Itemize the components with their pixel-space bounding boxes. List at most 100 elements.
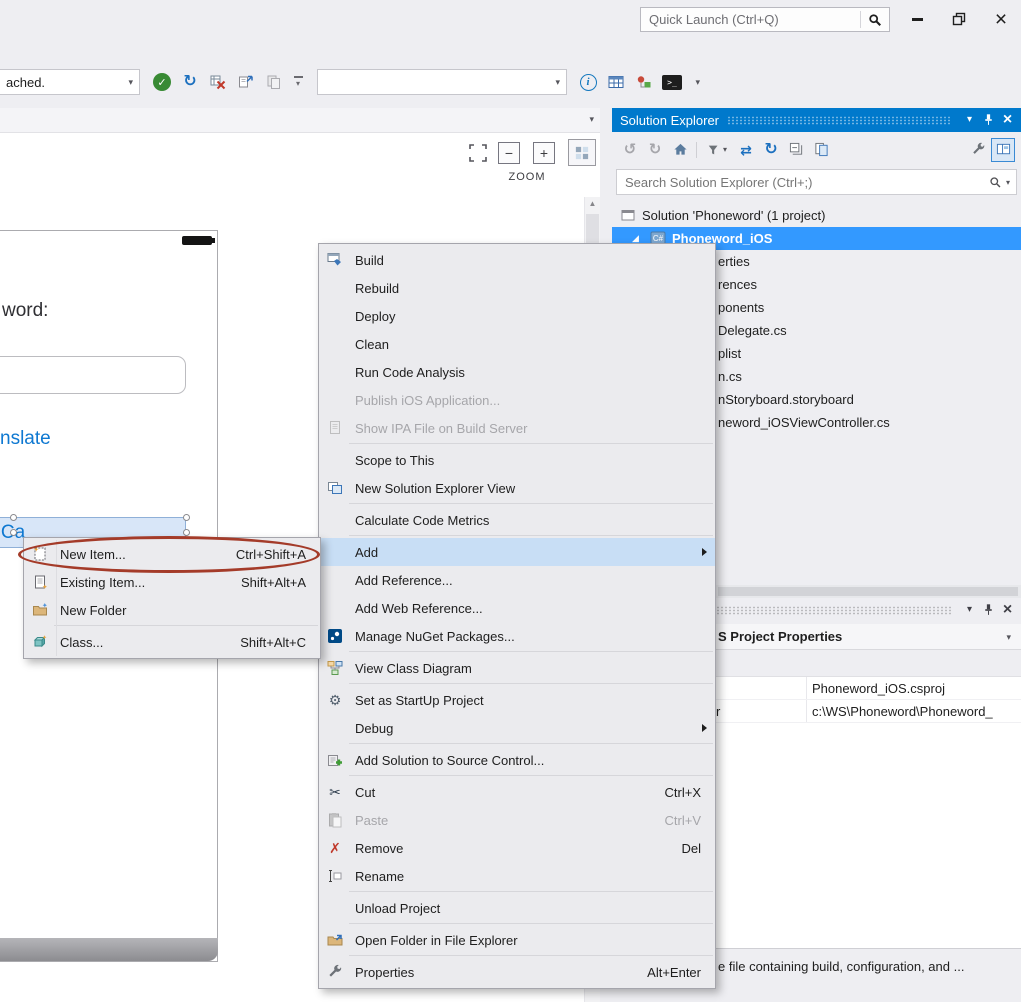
sync-with-active-document-button[interactable]: ⇄: [734, 138, 758, 162]
show-all-files-button[interactable]: [809, 138, 833, 162]
scrollbar-thumb[interactable]: [718, 587, 1018, 596]
minimize-button[interactable]: [901, 6, 933, 32]
menu-item-unload-project[interactable]: Unload Project: [319, 894, 715, 922]
menu-item-build[interactable]: Build: [319, 246, 715, 274]
menu-item-manage-nuget-packages[interactable]: Manage NuGet Packages...: [319, 622, 715, 650]
selection-handle[interactable]: [183, 514, 190, 521]
actual-size-button[interactable]: [568, 139, 596, 166]
minus-icon: −: [505, 145, 513, 161]
tree-item[interactable]: nStoryboard.storyboard: [718, 388, 854, 411]
cancel-table-button[interactable]: [206, 70, 230, 94]
selection-handle[interactable]: [10, 514, 17, 521]
console-dropdown-button[interactable]: ▾: [686, 70, 700, 94]
menu-item-clean[interactable]: Clean: [319, 330, 715, 358]
close-button[interactable]: ×: [985, 6, 1017, 32]
startup-project-icon: ⚙: [323, 691, 347, 709]
zoom-fit-button[interactable]: [466, 141, 490, 165]
menu-item-cut[interactable]: ✂ Cut Ctrl+X: [319, 778, 715, 806]
zoom-label: ZOOM: [497, 171, 557, 183]
menu-item-rename[interactable]: Rename: [319, 862, 715, 890]
window-position-button[interactable]: ▾: [960, 110, 979, 130]
pin-button[interactable]: [979, 600, 998, 620]
restore-button[interactable]: [943, 6, 975, 32]
translate-button[interactable]: nslate: [0, 428, 51, 450]
home-button[interactable]: [668, 138, 692, 162]
tree-item-label: plist: [718, 346, 741, 361]
menu-item-run-code-analysis[interactable]: Run Code Analysis: [319, 358, 715, 386]
close-panel-button[interactable]: ×: [998, 110, 1017, 130]
chevron-down-icon[interactable]: ▾: [589, 114, 594, 125]
menu-item-calculate-code-metrics[interactable]: Calculate Code Metrics: [319, 506, 715, 534]
tree-item[interactable]: n.cs: [718, 365, 742, 388]
tree-item[interactable]: rences: [718, 273, 757, 296]
quick-launch-input[interactable]: [641, 12, 860, 27]
copy-button[interactable]: [262, 70, 286, 94]
close-panel-button[interactable]: ×: [998, 600, 1017, 620]
window-position-button[interactable]: ▾: [960, 600, 979, 620]
menu-item-add-web-reference[interactable]: Add Web Reference...: [319, 594, 715, 622]
green-check-button[interactable]: ✓: [150, 70, 174, 94]
search-combo[interactable]: ▾: [317, 69, 567, 95]
back-button[interactable]: ↺: [618, 138, 642, 162]
tree-item[interactable]: Delegate.cs: [718, 319, 787, 342]
filter-icon: [707, 143, 721, 157]
minimize-icon: [912, 18, 923, 21]
selection-handle[interactable]: [183, 529, 190, 536]
submenu-item-new-item[interactable]: New Item... Ctrl+Shift+A: [24, 540, 320, 568]
menu-item-properties[interactable]: Properties Alt+Enter: [319, 958, 715, 986]
menu-item-add-solution-to-source-control[interactable]: Add Solution to Source Control...: [319, 746, 715, 774]
menu-item-remove[interactable]: ✗ Remove Del: [319, 834, 715, 862]
tree-item-solution[interactable]: Solution 'Phoneword' (1 project): [612, 204, 1021, 227]
menu-item-set-as-startup-project[interactable]: ⚙ Set as StartUp Project: [319, 686, 715, 714]
diagram-button[interactable]: [632, 70, 656, 94]
console-button[interactable]: >_: [660, 70, 684, 94]
properties-button[interactable]: [966, 138, 990, 162]
menu-item-deploy[interactable]: Deploy: [319, 302, 715, 330]
tree-item[interactable]: erties: [718, 250, 750, 273]
build-icon: [323, 251, 347, 269]
menu-item-shortcut: Ctrl+Shift+A: [206, 547, 306, 562]
refresh-button[interactable]: ↻: [178, 70, 202, 94]
properties-object-name: S Project Properties: [718, 624, 842, 650]
menu-item-view-class-diagram[interactable]: View Class Diagram: [319, 654, 715, 682]
device-target-combo[interactable]: ached. ▾: [0, 69, 140, 95]
selection-handle[interactable]: [10, 529, 17, 536]
menu-item-publish-ios-application: Publish iOS Application...: [319, 386, 715, 414]
solution-explorer-header[interactable]: Solution Explorer ▾ ×: [612, 108, 1021, 132]
zoom-in-button[interactable]: +: [533, 142, 555, 164]
class-icon: [28, 633, 52, 651]
phone-number-input[interactable]: [0, 356, 186, 394]
menu-item-add[interactable]: Add: [319, 538, 715, 566]
zoom-out-button[interactable]: −: [498, 142, 520, 164]
tree-item[interactable]: neword_iOSViewController.cs: [718, 411, 890, 434]
forward-button[interactable]: ↻: [643, 138, 667, 162]
menu-separator: [349, 955, 713, 956]
info-button[interactable]: i: [576, 70, 600, 94]
menu-item-new-solution-explorer-view[interactable]: New Solution Explorer View: [319, 474, 715, 502]
filter-button[interactable]: ▾: [701, 138, 733, 162]
quick-launch-box[interactable]: [640, 7, 890, 32]
menu-item-rebuild[interactable]: Rebuild: [319, 274, 715, 302]
submenu-item-class[interactable]: Class... Shift+Alt+C: [24, 628, 320, 656]
scroll-up-icon[interactable]: ▲: [585, 199, 600, 208]
chevron-down-icon: ▾: [549, 77, 566, 88]
collapse-all-button[interactable]: [784, 138, 808, 162]
preview-selected-items-button[interactable]: [991, 138, 1015, 162]
submenu-arrow-icon: [702, 724, 707, 732]
pin-button[interactable]: [979, 110, 998, 130]
menu-item-add-reference[interactable]: Add Reference...: [319, 566, 715, 594]
menu-item-label: Paste: [355, 813, 388, 828]
tree-item[interactable]: ponents: [718, 296, 764, 319]
solution-explorer-search-input[interactable]: [617, 175, 985, 190]
submenu-item-new-folder[interactable]: New Folder: [24, 596, 320, 624]
toolbar-overflow-button[interactable]: ▾: [290, 70, 306, 94]
table-view-button[interactable]: [604, 70, 628, 94]
tree-item[interactable]: plist: [718, 342, 741, 365]
import-button[interactable]: [234, 70, 258, 94]
solution-explorer-search[interactable]: ▾: [616, 169, 1017, 195]
refresh-button[interactable]: ↻: [759, 138, 783, 162]
menu-item-scope-to-this[interactable]: Scope to This: [319, 446, 715, 474]
menu-item-debug[interactable]: Debug: [319, 714, 715, 742]
menu-item-open-folder-in-file-explorer[interactable]: Open Folder in File Explorer: [319, 926, 715, 954]
submenu-item-existing-item[interactable]: Existing Item... Shift+Alt+A: [24, 568, 320, 596]
